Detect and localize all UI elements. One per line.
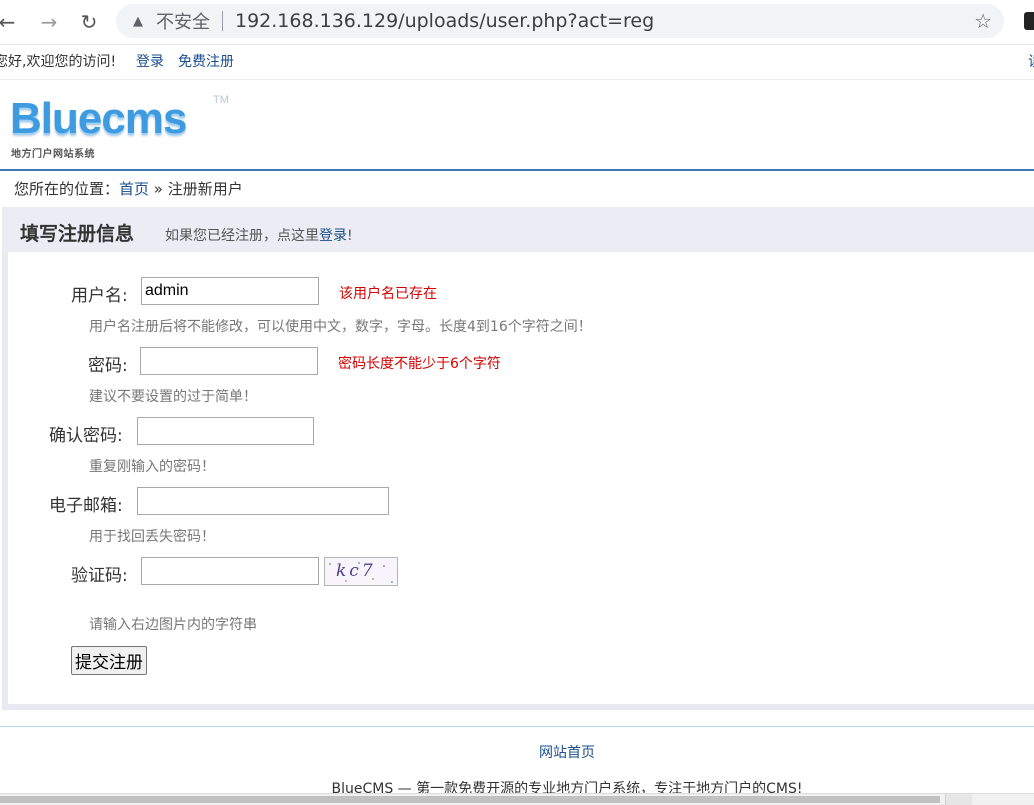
- panel-title: 填写注册信息: [20, 223, 135, 245]
- extension-icon[interactable]: [1024, 12, 1034, 30]
- panel-header: 填写注册信息 如果您已经注册，点这里登录!: [2, 207, 1034, 252]
- logo-trademark: TM: [213, 94, 229, 106]
- confirm-password-input[interactable]: [137, 417, 314, 445]
- breadcrumb-separator: »: [149, 180, 168, 198]
- confirm-password-hint: 重复刚输入的密码！: [89, 459, 215, 475]
- panel-login-tip: 如果您已经注册，点这里登录!: [165, 225, 353, 245]
- password-input[interactable]: [140, 347, 318, 375]
- email-hint: 用于找回丢失密码！: [89, 529, 215, 545]
- captcha-image[interactable]: kc7: [324, 557, 398, 586]
- username-input[interactable]: [141, 277, 319, 305]
- welcome-text: 您好,欢迎您的访问!: [0, 54, 117, 70]
- username-error: 该用户名已存在: [339, 286, 437, 302]
- captcha-hint: 请输入右边图片内的字符串: [89, 617, 257, 633]
- captcha-text: kc7: [336, 561, 376, 581]
- password-error: 密码长度不能少于6个字符: [338, 356, 501, 372]
- bookmark-star-icon[interactable]: ☆: [974, 9, 992, 33]
- site-topbar: 您好,欢迎您的访问! 登录 免费注册 读: [0, 45, 1034, 80]
- register-link[interactable]: 免费注册: [178, 45, 234, 79]
- panel-tip-text: 如果您已经注册，点这里: [165, 228, 319, 244]
- horizontal-scrollbar[interactable]: [0, 793, 1034, 805]
- site-header: Bluecms TM 地方门户网站系统: [0, 80, 1034, 170]
- password-hint: 建议不要设置的过于简单！: [89, 389, 257, 405]
- captcha-label: 验证码:: [71, 566, 128, 586]
- forward-arrow-icon[interactable]: →: [36, 9, 62, 35]
- confirm-password-label: 确认密码:: [49, 426, 123, 446]
- login-link[interactable]: 登录: [136, 45, 164, 79]
- url-text[interactable]: 192.168.136.129/uploads/user.php?act=reg: [235, 10, 654, 32]
- header-divider: [0, 169, 1034, 171]
- panel-login-link[interactable]: 登录: [319, 228, 347, 244]
- site-logo[interactable]: Bluecms: [10, 94, 187, 144]
- panel-tip-suffix: !: [347, 228, 353, 244]
- password-label: 密码:: [88, 356, 128, 376]
- email-label: 电子邮箱:: [49, 496, 123, 516]
- security-label[interactable]: 不安全: [156, 8, 210, 34]
- address-divider: [222, 11, 223, 31]
- username-label: 用户名:: [71, 286, 128, 306]
- breadcrumb-home-link[interactable]: 首页: [119, 180, 149, 198]
- browser-toolbar: ← → ↻ ▲ 不安全 192.168.136.129/uploads/user…: [0, 0, 1034, 45]
- back-arrow-icon[interactable]: ←: [0, 9, 20, 35]
- warning-triangle-icon[interactable]: ▲: [130, 13, 146, 29]
- scrollbar-right-segment[interactable]: [945, 794, 972, 805]
- logo-tagline: 地方门户网站系统: [11, 149, 95, 160]
- reload-icon[interactable]: ↻: [76, 9, 102, 35]
- scrollbar-thumb[interactable]: [0, 796, 940, 803]
- submit-register-button[interactable]: 提交注册: [71, 646, 147, 675]
- email-input[interactable]: [137, 487, 389, 515]
- breadcrumb-current: 注册新用户: [167, 180, 243, 198]
- topbar-right-link[interactable]: 读: [1028, 45, 1034, 79]
- username-hint: 用户名注册后将不能修改，可以使用中文，数字，字母。长度4到16个字符之间！: [89, 319, 592, 335]
- captcha-input[interactable]: [141, 557, 319, 585]
- breadcrumb-prefix: 您所在的位置：: [14, 180, 120, 198]
- address-bar[interactable]: ▲ 不安全 192.168.136.129/uploads/user.php?a…: [116, 4, 1004, 38]
- footer-home-link[interactable]: 网站首页: [0, 742, 1034, 762]
- footer-divider: [0, 726, 1034, 727]
- breadcrumb: 您所在的位置：首页 » 注册新用户: [14, 178, 243, 199]
